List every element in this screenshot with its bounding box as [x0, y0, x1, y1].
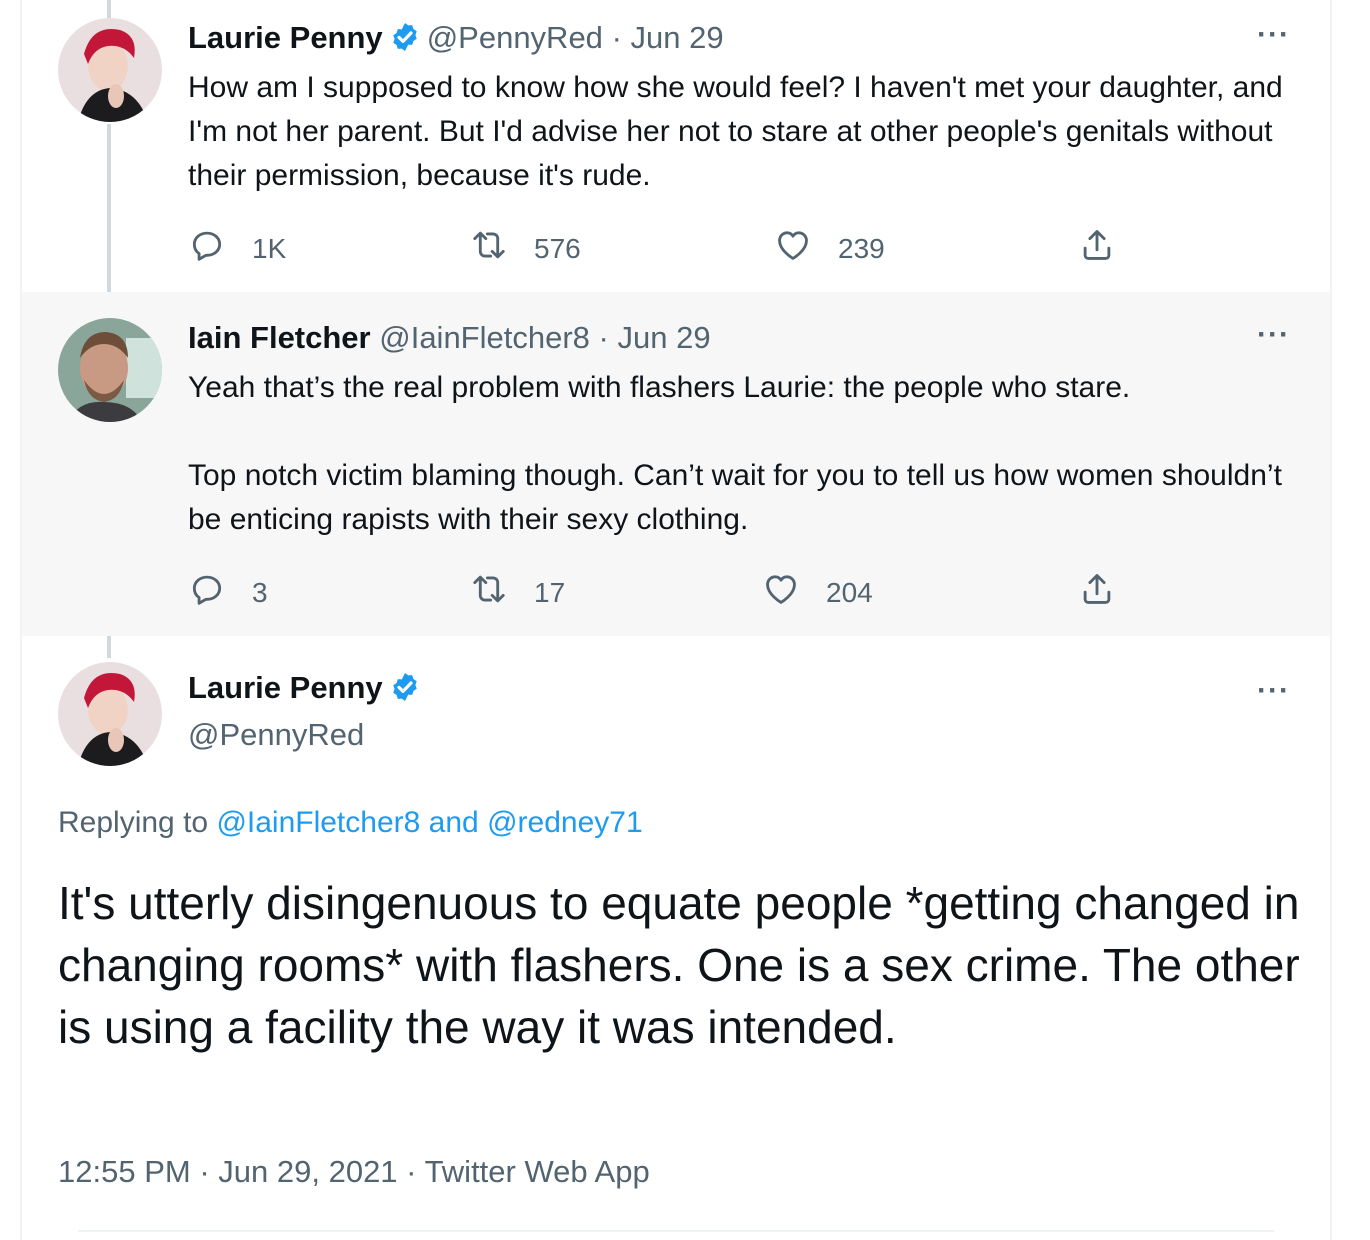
mention-link[interactable]: @IainFletcher8: [216, 806, 420, 839]
tweet-header: Iain Fletcher @IainFletcher8 · Jun 29: [188, 320, 711, 356]
author-handle[interactable]: @PennyRed: [427, 20, 603, 55]
tweet-text: It's utterly disingenuous to equate peop…: [58, 877, 1300, 1053]
retweet-count: 17: [534, 576, 566, 608]
reply-count: 1K: [252, 232, 287, 264]
author-handle[interactable]: @IainFletcher8: [379, 320, 590, 355]
tweet-meta: 12:55 PM · Jun 29, 2021 · Twitter Web Ap…: [58, 1154, 650, 1190]
tweet-actions: 3 17 204: [188, 570, 1188, 610]
reply-icon: [188, 226, 252, 271]
divider: [78, 1230, 1274, 1232]
like-icon: [762, 570, 826, 615]
reply-button[interactable]: 1K: [188, 226, 286, 271]
author-handle[interactable]: @PennyRed: [188, 717, 427, 753]
author-name[interactable]: Iain Fletcher: [188, 320, 371, 355]
retweet-icon: [470, 226, 534, 271]
share-button[interactable]: [1078, 226, 1142, 271]
replying-label: Replying to: [58, 806, 209, 839]
like-icon: [774, 226, 838, 271]
tweet-actions: 1K 576 239: [188, 226, 1188, 266]
share-icon: [1078, 226, 1142, 271]
separator: ·: [199, 1154, 210, 1189]
tweet-date[interactable]: Jun 29: [631, 20, 724, 55]
tweet-date[interactable]: Jun 29: [618, 320, 711, 355]
more-icon[interactable]: ···: [1257, 318, 1290, 352]
tweet[interactable]: Laurie Penny @PennyRed · Jun 29 ··· How a…: [22, 0, 1330, 292]
more-icon[interactable]: ···: [1257, 674, 1290, 708]
tweet-full-date[interactable]: Jun 29, 2021: [218, 1154, 397, 1189]
author-name[interactable]: Laurie Penny: [188, 670, 383, 705]
retweet-button[interactable]: 17: [470, 570, 565, 615]
verified-badge-icon: [389, 671, 421, 711]
replying-and: and: [428, 806, 479, 839]
tweet[interactable]: Iain Fletcher @IainFletcher8 · Jun 29 ··…: [22, 292, 1330, 636]
like-button[interactable]: 204: [762, 570, 873, 615]
separator: ·: [406, 1154, 417, 1189]
tweet-source[interactable]: Twitter Web App: [425, 1154, 650, 1189]
retweet-button[interactable]: 576: [470, 226, 581, 271]
mention-link[interactable]: @redney71: [487, 806, 643, 839]
like-count: 239: [838, 232, 885, 264]
avatar[interactable]: [58, 18, 162, 122]
tweet-paragraph: Yeah that’s the real problem with flashe…: [188, 371, 1131, 404]
verified-badge-icon: [389, 21, 421, 61]
like-button[interactable]: 239: [774, 226, 885, 271]
separator: ·: [598, 320, 609, 355]
reply-button[interactable]: 3: [188, 570, 268, 615]
like-count: 204: [826, 576, 873, 608]
share-icon: [1078, 570, 1142, 615]
tweet-time[interactable]: 12:55 PM: [58, 1154, 191, 1189]
avatar[interactable]: [58, 662, 162, 766]
retweet-count: 576: [534, 232, 581, 264]
tweet-text: Yeah that’s the real problem with flashe…: [188, 366, 1288, 542]
more-icon[interactable]: ···: [1257, 18, 1290, 52]
tweet-header: Laurie Penny @PennyRed · Jun 29: [188, 20, 724, 61]
avatar[interactable]: [58, 318, 162, 422]
separator: ·: [611, 20, 622, 55]
tweet-text: How am I supposed to know how she would …: [188, 71, 1283, 192]
retweet-icon: [470, 570, 534, 615]
reply-icon: [188, 570, 252, 615]
author-name[interactable]: Laurie Penny: [188, 20, 383, 55]
focal-tweet: Laurie Penny @PennyRed ··· Replying to @…: [22, 636, 1330, 1240]
tweet-header: Laurie Penny @PennyRed: [188, 670, 427, 753]
share-button[interactable]: [1078, 570, 1142, 615]
tweet-paragraph: Top notch victim blaming though. Can’t w…: [188, 459, 1282, 536]
reply-count: 3: [252, 576, 268, 608]
replying-to: Replying to @IainFletcher8 and @redney71: [58, 806, 643, 840]
